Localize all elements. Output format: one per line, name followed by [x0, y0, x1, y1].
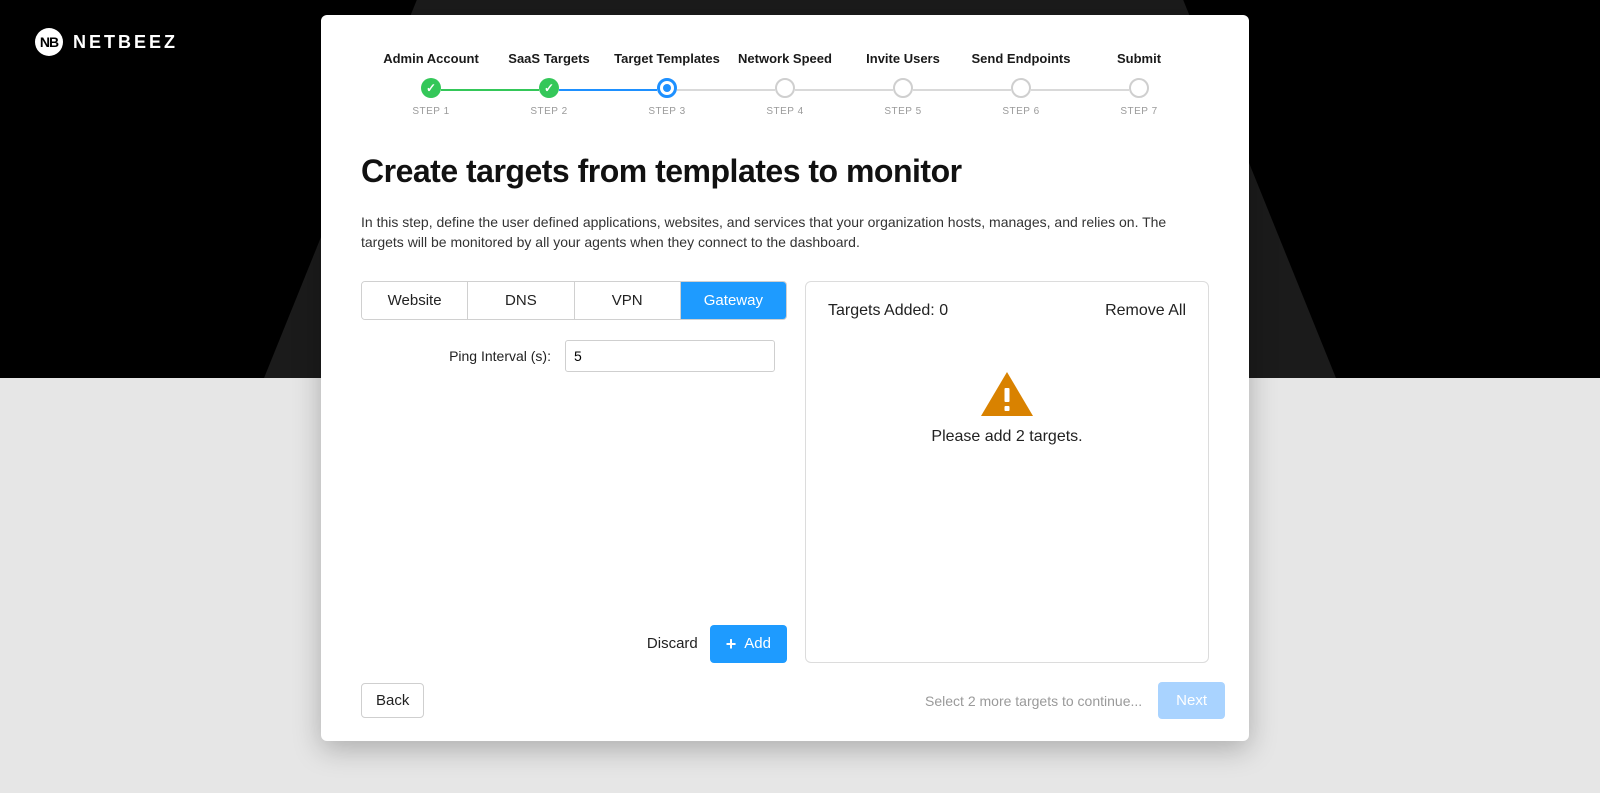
step-network-speed[interactable]: Network Speed STEP 4 [726, 51, 844, 117]
page-title: Create targets from templates to monitor [361, 153, 1209, 190]
step-label: Submit [1117, 51, 1161, 66]
template-tabs: Website DNS VPN Gateway [361, 281, 787, 320]
step-connector [677, 89, 775, 91]
step-label: Network Speed [738, 51, 832, 66]
targets-header: Targets Added: 0 Remove All [828, 302, 1186, 320]
tab-dns[interactable]: DNS [468, 282, 574, 319]
step-sub: STEP 3 [648, 106, 685, 117]
back-button[interactable]: Back [361, 683, 424, 718]
pending-step-icon [1129, 78, 1149, 98]
add-button-label: Add [744, 635, 771, 652]
targets-panel: Targets Added: 0 Remove All Please add 2… [805, 281, 1209, 663]
targets-count-label: Targets Added: 0 [828, 302, 948, 320]
ping-interval-input[interactable] [565, 340, 775, 372]
step-connector [559, 89, 657, 91]
wizard-content: Create targets from templates to monitor… [321, 153, 1249, 663]
step-label: Send Endpoints [972, 51, 1071, 66]
wizard-stepper: Admin Account STEP 1 SaaS Targets STEP 2… [321, 51, 1249, 117]
pending-step-icon [775, 78, 795, 98]
wizard-footer: Back Select 2 more targets to continue..… [361, 682, 1225, 719]
step-connector [441, 89, 539, 91]
step-sub: STEP 7 [1120, 106, 1157, 117]
step-connector [795, 89, 893, 91]
plus-icon: + [726, 635, 737, 653]
current-step-icon [657, 78, 677, 98]
next-button[interactable]: Next [1158, 682, 1225, 719]
step-label: Admin Account [383, 51, 479, 66]
step-connector [1031, 89, 1129, 91]
warning-icon [979, 370, 1035, 418]
step-admin-account[interactable]: Admin Account STEP 1 [372, 51, 490, 117]
brand-logo: NB NETBEEZ [35, 28, 178, 56]
wizard-card: Admin Account STEP 1 SaaS Targets STEP 2… [321, 15, 1249, 741]
step-label: Target Templates [614, 51, 720, 66]
check-icon [421, 78, 441, 98]
tab-vpn[interactable]: VPN [575, 282, 681, 319]
tab-gateway[interactable]: Gateway [681, 282, 786, 319]
step-sub: STEP 6 [1002, 106, 1039, 117]
form-actions: Discard + Add [361, 395, 787, 663]
targets-empty-state: Please add 2 targets. [828, 370, 1186, 446]
step-saas-targets[interactable]: SaaS Targets STEP 2 [490, 51, 608, 117]
targets-column: Targets Added: 0 Remove All Please add 2… [805, 281, 1209, 663]
step-sub: STEP 5 [884, 106, 921, 117]
page-description: In this step, define the user defined ap… [361, 212, 1209, 253]
step-sub: STEP 1 [412, 106, 449, 117]
add-button[interactable]: + Add [710, 625, 787, 663]
step-sub: STEP 2 [530, 106, 567, 117]
footer-hint: Select 2 more targets to continue... [925, 693, 1142, 709]
ping-interval-label: Ping Interval (s): [361, 348, 551, 364]
step-submit[interactable]: Submit STEP 7 [1080, 51, 1198, 117]
ping-interval-row: Ping Interval (s): [361, 340, 787, 372]
brand-mark-icon: NB [35, 28, 63, 56]
remove-all-button[interactable]: Remove All [1105, 302, 1186, 320]
step-label: Invite Users [866, 51, 940, 66]
step-invite-users[interactable]: Invite Users STEP 5 [844, 51, 962, 117]
template-form-column: Website DNS VPN Gateway Ping Interval (s… [361, 281, 787, 663]
pending-step-icon [1011, 78, 1031, 98]
brand-name: NETBEEZ [73, 32, 178, 53]
step-sub: STEP 4 [766, 106, 803, 117]
step-target-templates[interactable]: Target Templates STEP 3 [608, 51, 726, 117]
tab-website[interactable]: Website [362, 282, 468, 319]
check-icon [539, 78, 559, 98]
pending-step-icon [893, 78, 913, 98]
step-send-endpoints[interactable]: Send Endpoints STEP 6 [962, 51, 1080, 117]
step-connector [913, 89, 1011, 91]
targets-empty-text: Please add 2 targets. [931, 428, 1082, 446]
step-label: SaaS Targets [508, 51, 589, 66]
discard-button[interactable]: Discard [647, 635, 698, 652]
